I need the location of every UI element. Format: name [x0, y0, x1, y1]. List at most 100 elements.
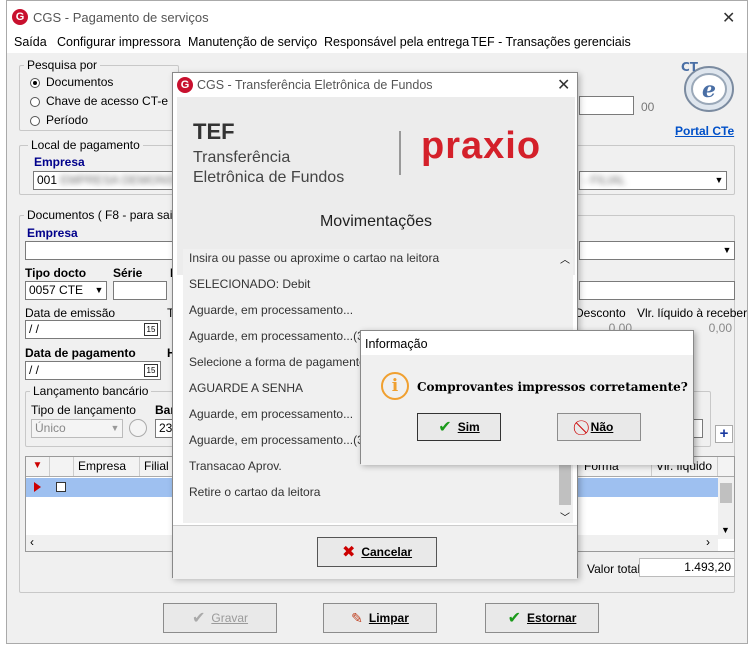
chevron-up-icon[interactable]: ︿	[560, 251, 570, 266]
banner-line2: Eletrônica de Fundos	[193, 169, 345, 186]
valor-total-label: Valor total	[587, 562, 641, 576]
menubar: Saída Configurar impressora Manutenção d…	[7, 33, 747, 53]
grid-vscroll[interactable]: ▼	[718, 477, 734, 539]
limpar-button[interactable]: ✎ Limpar	[323, 603, 437, 633]
banner-line1: Transferência	[193, 149, 291, 166]
radio-chave-acesso-label: Chave de acesso CT-e	[46, 94, 169, 108]
nao-button[interactable]: ⃠ Não	[557, 413, 641, 441]
grid-col-empresa[interactable]: Empresa	[74, 457, 140, 476]
cancelar-button[interactable]: ✖ Cancelar	[317, 537, 437, 567]
local-empresa-combo[interactable]: - FILIAL ▼	[579, 171, 727, 190]
tipo-docto-label: Tipo docto	[25, 266, 87, 280]
valor-total-field: 1.493,20	[639, 558, 735, 577]
grid-col-check	[50, 457, 74, 476]
menu-responsavel-entrega[interactable]: Responsável pela entrega	[324, 35, 469, 49]
data-emissao-field[interactable]: / / 15	[25, 320, 161, 339]
info-titlebar: Informação	[361, 331, 693, 355]
sort-down-icon[interactable]: ▼	[26, 457, 50, 476]
close-icon[interactable]: ✕	[557, 75, 570, 95]
local-pagamento-legend: Local de pagamento	[28, 138, 143, 152]
search-group-legend: Pesquisa por	[24, 58, 101, 72]
chevron-down-icon[interactable]: ▼	[720, 242, 734, 259]
sim-button[interactable]: ✔ Sim	[417, 413, 501, 441]
tipo-lancamento-select[interactable]: Único ▼	[31, 419, 123, 438]
data-pagamento-value: / /	[29, 363, 40, 377]
app-logo-icon: G	[177, 77, 193, 93]
local-empresa-field[interactable]: 001 EMPRESA DEMONSTRACAO LTDA	[33, 171, 181, 190]
docs-empresa-label: Empresa	[27, 226, 78, 240]
check-icon: ✔	[438, 419, 452, 436]
add-icon[interactable]: +	[715, 425, 733, 443]
menu-tef-transacoes[interactable]: TEF - Transações gerenciais	[471, 35, 631, 49]
close-icon[interactable]: ✕	[722, 8, 735, 28]
tef-footer: ✖ Cancelar	[173, 525, 577, 579]
app-logo-icon: G	[12, 9, 28, 25]
local-empresa-right: - FILIAL	[583, 173, 626, 187]
cte-logo-icon[interactable]: e CT	[671, 57, 737, 121]
tef-title: CGS - Transferência Eletrônica de Fundos	[197, 78, 433, 92]
row-checkbox[interactable]	[56, 482, 66, 492]
chevron-down-icon[interactable]: ▼	[721, 525, 730, 535]
list-item: Aguarde, em processamento...(35)	[189, 329, 375, 343]
serie-field[interactable]	[113, 281, 167, 300]
docs-empresa-combo[interactable]: ▼	[579, 241, 735, 260]
banner-tef: TEF	[193, 119, 235, 144]
docs-empresa-field[interactable]	[25, 241, 179, 260]
tipo-lancamento-label: Tipo de lançamento	[31, 403, 136, 417]
x-icon: ✖	[341, 544, 356, 561]
list-item: Retire o cartao da leitora	[189, 485, 321, 499]
calendar-icon[interactable]: 15	[144, 364, 158, 377]
gravar-label: Gravar	[211, 611, 249, 625]
docs-right-field[interactable]	[579, 281, 735, 300]
grid-vscroll-thumb[interactable]	[720, 483, 732, 503]
gravar-button[interactable]: ✔ Gravar	[163, 603, 277, 633]
chevron-left-icon[interactable]: ‹	[30, 535, 34, 549]
chevron-down-icon[interactable]: ▼	[712, 172, 726, 189]
nao-label: Não	[590, 420, 614, 434]
list-item: Insira ou passe ou aproxime o cartao na …	[189, 251, 440, 265]
praxio-logo: praxio	[421, 125, 542, 167]
menu-saida[interactable]: Saída	[14, 35, 47, 49]
info-title: Informação	[365, 337, 428, 351]
lookup-icon[interactable]	[129, 419, 147, 437]
desconto-label: Desconto	[575, 306, 626, 320]
check-icon: ✔	[507, 610, 522, 627]
portal-cte-link[interactable]: Portal CTe	[675, 124, 734, 138]
search-suffix: 00	[641, 100, 655, 114]
radio-documentos-label: Documentos	[46, 75, 114, 89]
local-empresa-code: 001	[37, 173, 58, 187]
menu-manutencao-servico[interactable]: Manutenção de serviço	[188, 35, 317, 49]
chevron-down-icon[interactable]: ﹀	[560, 509, 570, 524]
chevron-right-icon[interactable]: ›	[706, 535, 710, 549]
limpar-label: Limpar	[368, 611, 409, 625]
radio-chave-acesso[interactable]	[30, 97, 40, 107]
local-empresa-name: EMPRESA DEMONSTRACAO LTDA	[60, 173, 180, 187]
lancamento-legend: Lançamento bancário	[30, 384, 152, 398]
chevron-down-icon[interactable]: ▼	[108, 420, 122, 437]
tipo-docto-select[interactable]: 0057 CTE ▼	[25, 281, 107, 300]
data-pagamento-label: Data de pagamento	[25, 346, 136, 360]
estornar-label: Estornar	[527, 611, 577, 625]
svg-text:CT: CT	[681, 60, 699, 74]
calendar-icon[interactable]: 15	[144, 323, 158, 336]
data-emissao-label: Data de emissão	[25, 306, 116, 320]
row-pointer-icon	[34, 482, 41, 492]
radio-periodo-label: Período	[46, 113, 89, 127]
estornar-button[interactable]: ✔ Estornar	[485, 603, 599, 633]
list-item: Selecione a forma de pagamento	[189, 355, 366, 369]
data-pagamento-field[interactable]: / / 15	[25, 361, 161, 380]
sim-label: Sim	[457, 420, 480, 434]
banner-divider	[399, 131, 401, 175]
radio-periodo[interactable]	[30, 116, 40, 126]
main-title: CGS - Pagamento de serviços	[33, 10, 209, 25]
tef-titlebar: G CGS - Transferência Eletrônica de Fund…	[173, 73, 577, 97]
menu-configurar-impressora[interactable]: Configurar impressora	[57, 35, 181, 49]
vlr-liquido-label: Vlr. líquido à receber	[637, 306, 748, 320]
svg-text:e: e	[702, 77, 716, 103]
data-emissao-value: / /	[29, 322, 40, 336]
chevron-down-icon[interactable]: ▼	[92, 282, 106, 299]
list-item: Aguarde, em processamento...(35)	[189, 433, 375, 447]
search-partial-field[interactable]	[579, 96, 634, 115]
radio-documentos[interactable]	[30, 78, 40, 88]
search-group: Pesquisa por Documentos Chave de acesso …	[19, 58, 179, 131]
